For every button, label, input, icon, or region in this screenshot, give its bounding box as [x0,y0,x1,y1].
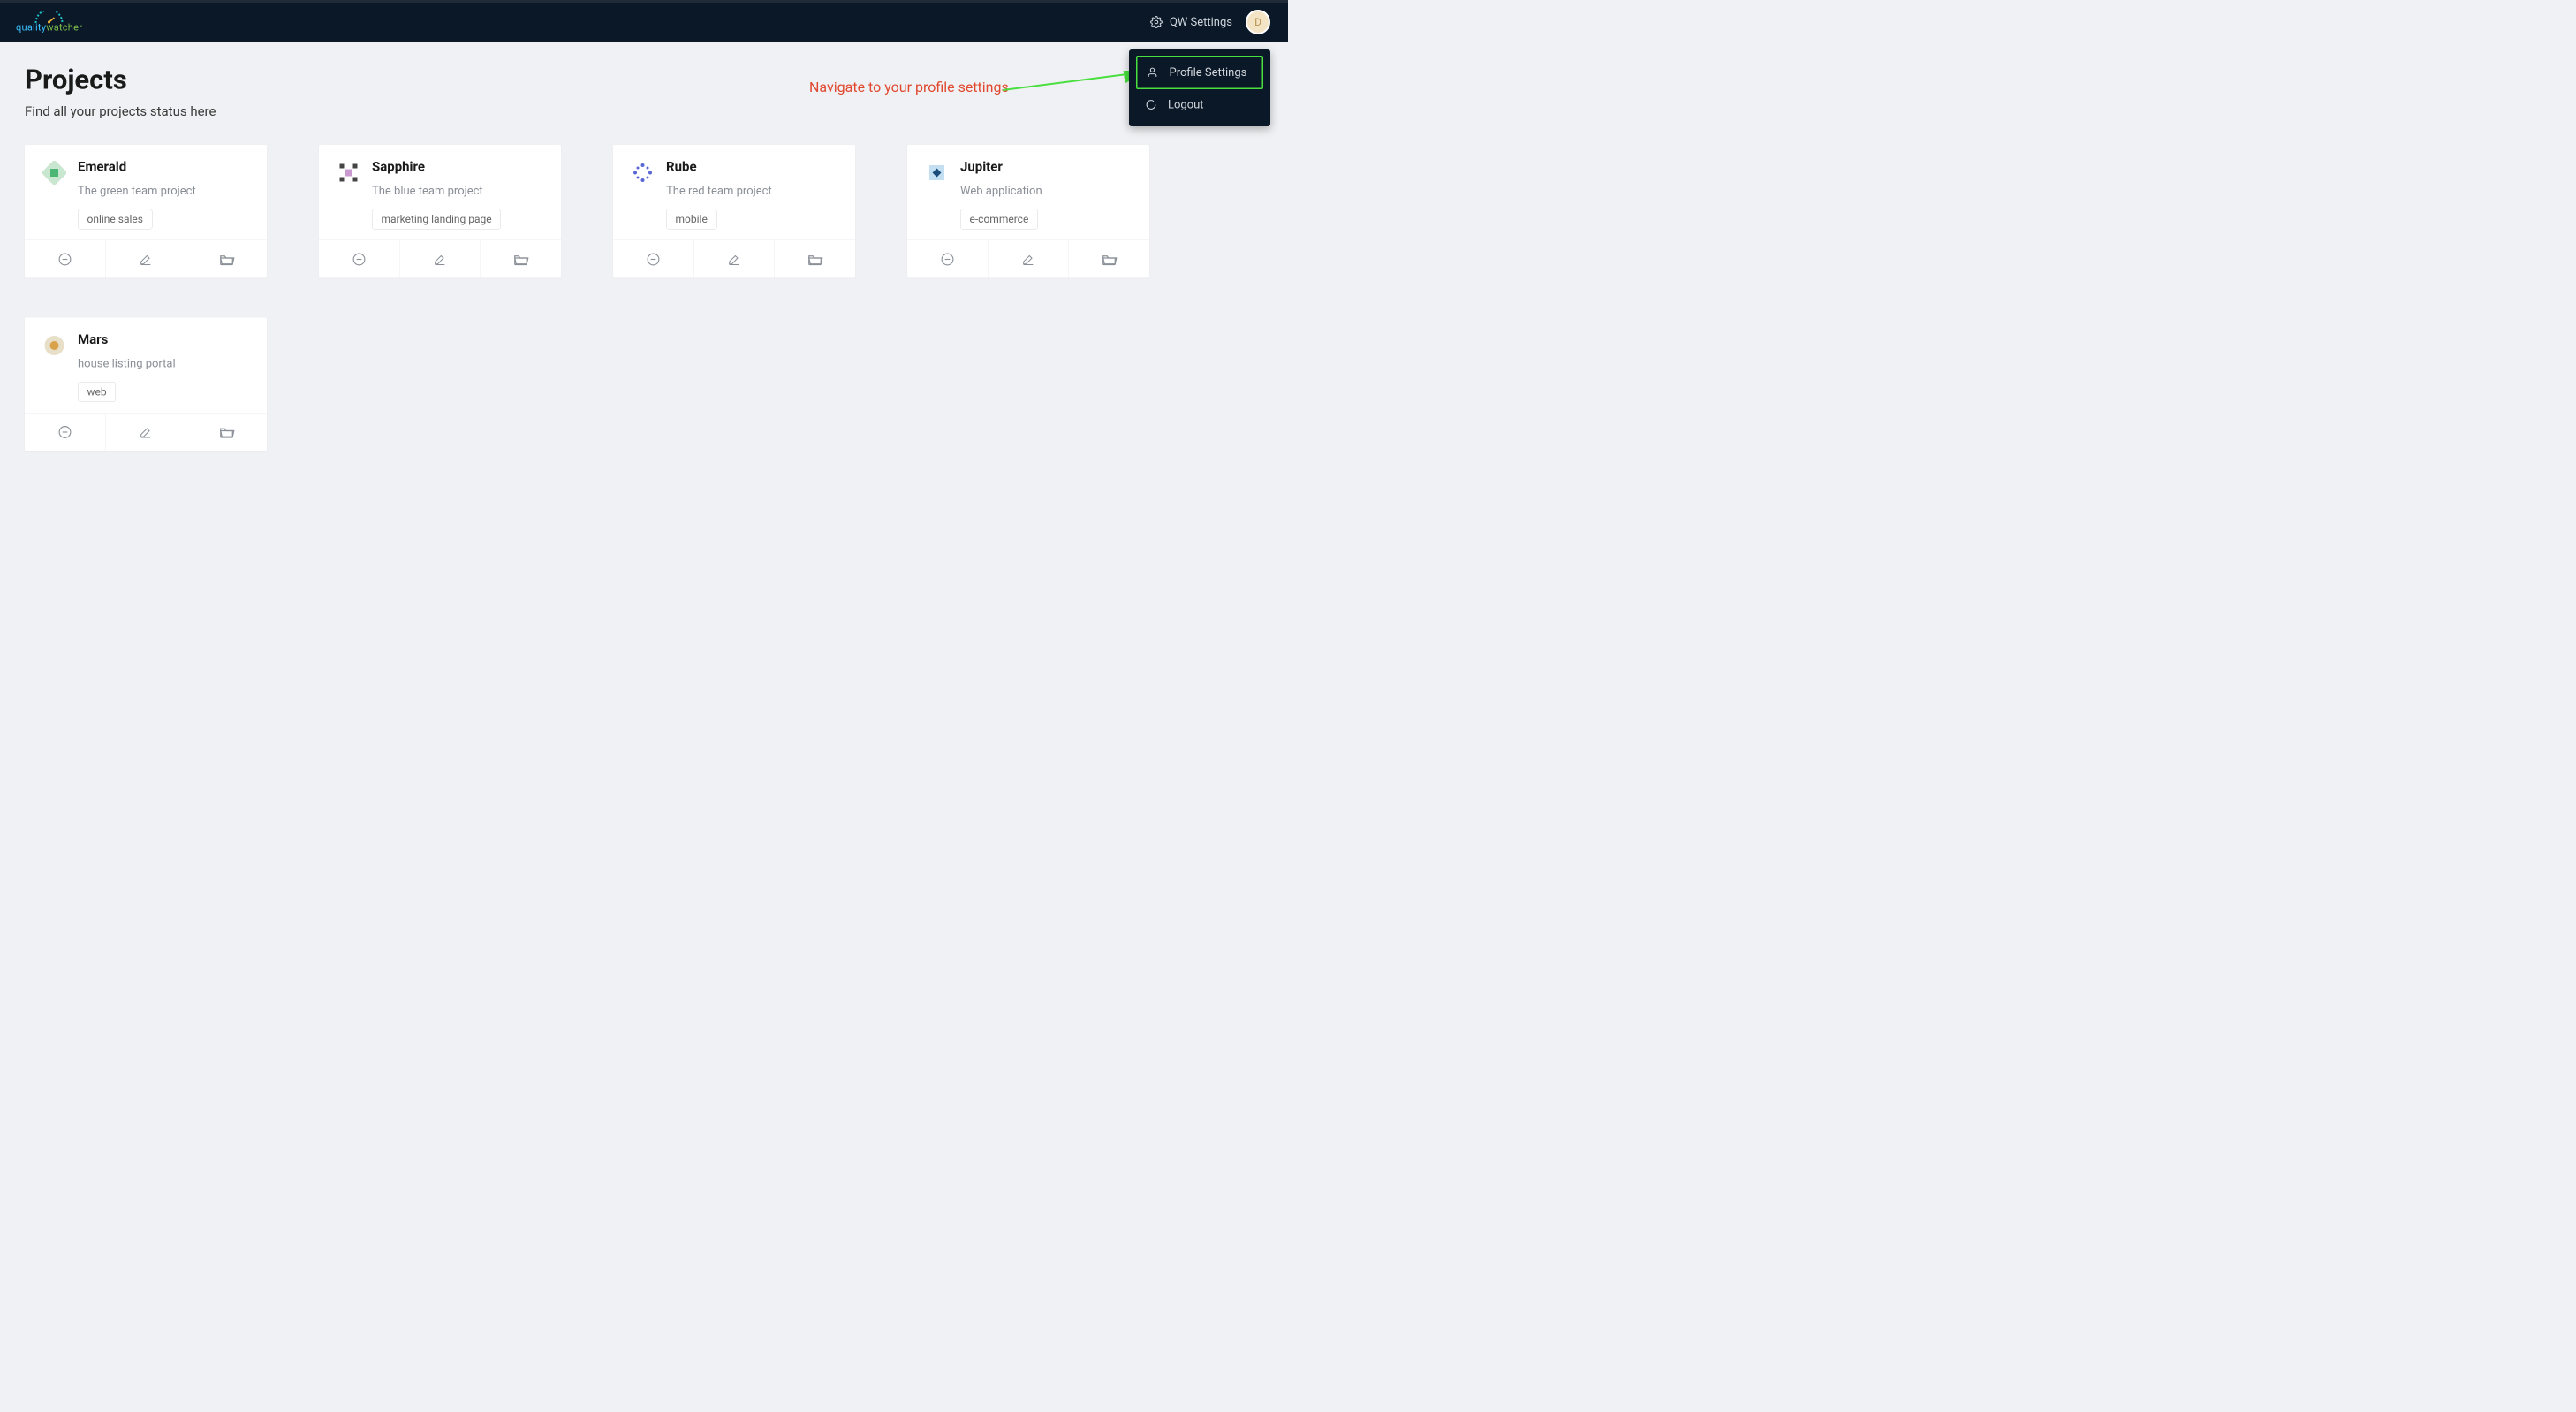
open-button[interactable] [186,240,268,278]
edit-button[interactable] [988,240,1069,278]
card-footer [25,413,267,451]
project-icon [337,161,360,185]
archive-button[interactable] [907,240,988,278]
minus-circle-icon [646,252,661,267]
card-info: Sapphire The blue team project marketing l… [372,159,543,230]
project-card[interactable]: Jupiter Web application e-commerce [907,145,1149,278]
projects-grid: Emerald The green team project online sale… [25,145,1263,451]
folder-open-icon [219,424,235,440]
minus-circle-icon [940,252,955,267]
project-name: Rube [666,159,837,175]
minus-circle-icon [57,424,72,439]
project-name: Emerald [78,159,249,175]
page-subtitle: Find all your projects status here [25,104,1263,120]
card-body: Jupiter Web application e-commerce [907,145,1149,240]
folder-open-icon [807,251,823,267]
project-name: Mars [78,332,249,348]
project-card[interactable]: Mars house listing portal web [25,318,267,452]
folder-open-icon [513,251,529,267]
dropdown-logout[interactable]: Logout [1136,89,1263,120]
edit-icon [139,252,153,266]
edit-button[interactable] [693,240,775,278]
dropdown-logout-label: Logout [1168,98,1204,111]
qw-settings-link[interactable]: QW Settings [1150,16,1232,29]
project-name: Sapphire [372,159,543,175]
open-button[interactable] [775,240,856,278]
card-info: Emerald The green team project online sale… [78,159,249,230]
avatar-letter: D [1254,16,1261,28]
user-icon [1147,67,1159,79]
open-button[interactable] [1069,240,1150,278]
folder-open-icon [219,251,235,267]
edit-button[interactable] [105,240,186,278]
archive-button[interactable] [25,240,105,278]
project-name: Jupiter [960,159,1132,175]
open-button[interactable] [481,240,562,278]
card-body: Emerald The green team project online sale… [25,145,267,240]
topbar: qualitywatcher QW Settings D [0,0,1288,42]
folder-open-icon [1102,251,1118,267]
logo[interactable]: qualitywatcher [16,11,82,33]
project-description: The blue team project [372,185,543,198]
project-description: The green team project [78,185,249,198]
project-icon [42,334,66,358]
archive-button[interactable] [319,240,399,278]
minus-circle-icon [57,252,72,267]
project-icon [42,161,66,185]
edit-button[interactable] [399,240,481,278]
card-footer [319,240,561,278]
gear-icon [1150,16,1163,28]
project-card[interactable]: Emerald The green team project online sale… [25,145,267,278]
archive-button[interactable] [613,240,693,278]
user-dropdown: Profile Settings Logout [1129,49,1270,126]
edit-icon [727,252,741,266]
edit-icon [139,425,153,439]
project-description: Web application [960,185,1132,198]
project-tag: web [78,382,116,402]
project-tag: marketing landing page [372,209,501,230]
dropdown-profile-label: Profile Settings [1170,66,1247,80]
card-footer [613,240,855,278]
project-tag: online sales [78,209,152,230]
edit-button[interactable] [105,414,186,452]
topbar-right: QW Settings D [1150,10,1270,34]
qw-settings-label: QW Settings [1170,16,1232,29]
project-tag: mobile [666,209,716,230]
open-button[interactable] [186,414,268,452]
edit-icon [1021,252,1035,266]
card-body: Mars house listing portal web [25,318,267,414]
project-icon [925,161,949,185]
logout-icon [1145,99,1157,110]
card-footer [25,240,267,278]
project-description: house listing portal [78,357,249,370]
project-card[interactable]: Rube The red team project mobile [613,145,855,278]
project-icon [631,161,655,185]
edit-icon [433,252,447,266]
logo-text: qualitywatcher [16,23,82,33]
archive-button[interactable] [25,414,105,452]
annotation-text: Navigate to your profile settings [809,79,1009,95]
minus-circle-icon [352,252,367,267]
card-info: Mars house listing portal web [78,332,249,403]
card-footer [907,240,1149,278]
project-tag: e-commerce [960,209,1038,230]
main-content: Projects Find all your projects status h… [0,42,1288,473]
card-info: Rube The red team project mobile [666,159,837,230]
card-body: Rube The red team project mobile [613,145,855,240]
project-description: The red team project [666,185,837,198]
annotation-arrow-icon [1003,71,1148,102]
dropdown-profile-settings[interactable]: Profile Settings [1136,56,1263,89]
avatar[interactable]: D [1246,10,1270,34]
card-body: Sapphire The blue team project marketing l… [319,145,561,240]
card-info: Jupiter Web application e-commerce [960,159,1132,230]
project-card[interactable]: Sapphire The blue team project marketing l… [319,145,561,278]
